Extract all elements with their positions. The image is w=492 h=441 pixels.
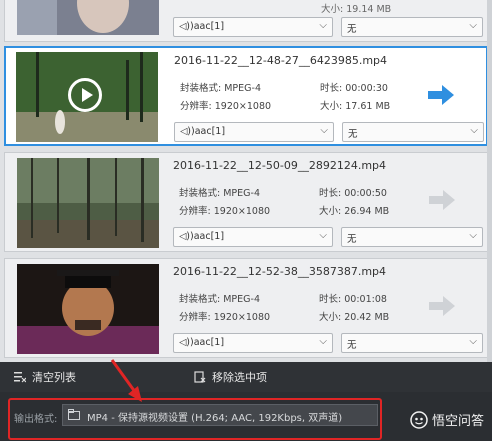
watermark: 悟空问答 bbox=[410, 410, 484, 429]
watermark-text: 悟空问答 bbox=[431, 414, 484, 429]
wukong-logo-icon bbox=[410, 410, 428, 429]
annotation-highlight-box bbox=[8, 398, 382, 440]
annotation-arrow bbox=[110, 359, 142, 402]
